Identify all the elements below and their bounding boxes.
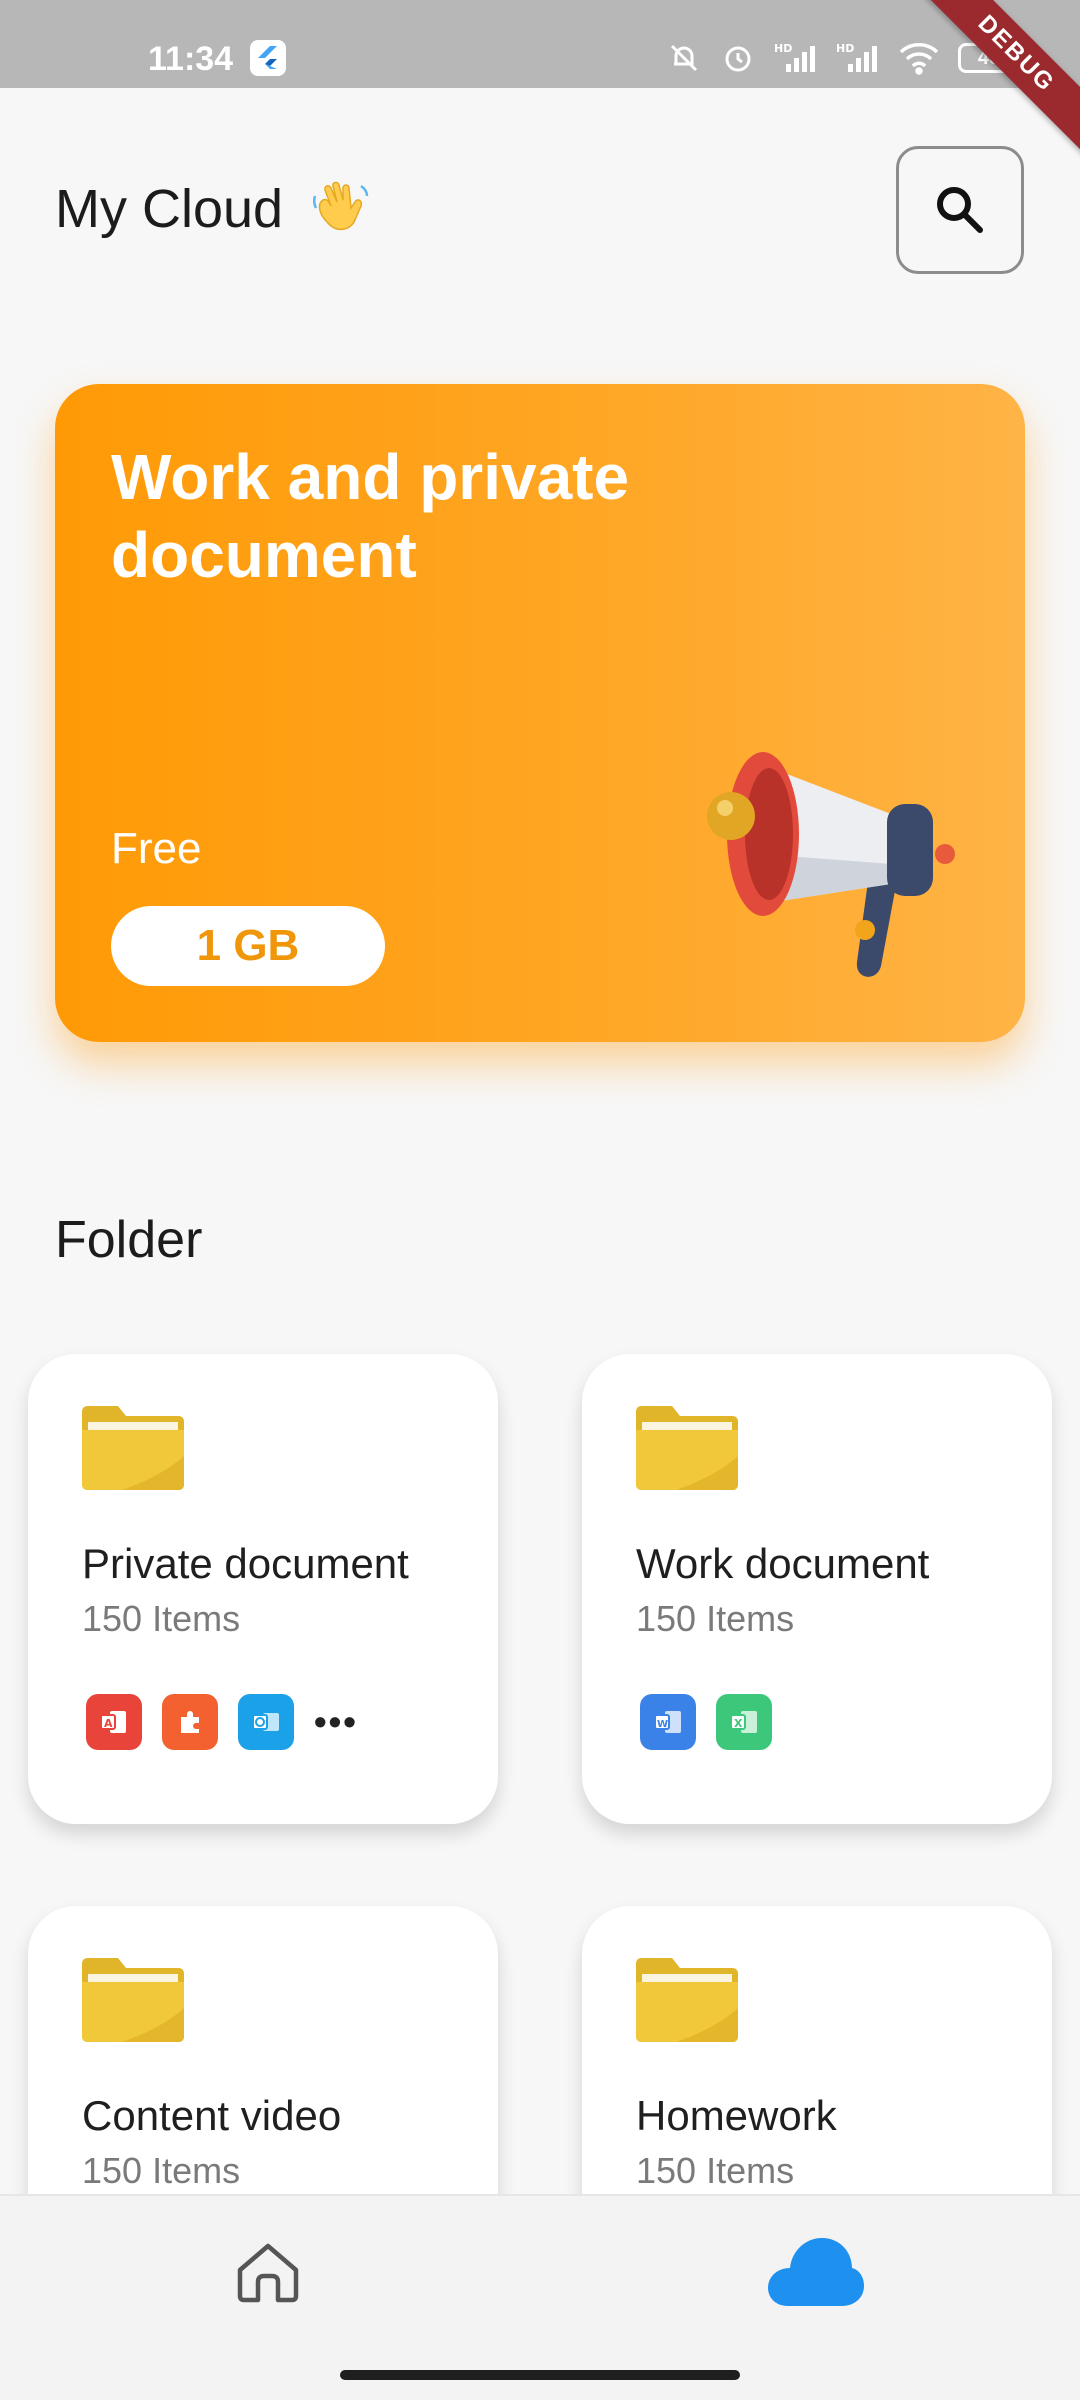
svg-text:W: W <box>657 1719 668 1730</box>
home-icon <box>237 2243 299 2303</box>
promo-free-label: Free <box>111 824 202 873</box>
folder-icon <box>636 1406 738 1490</box>
folder-item-count: 150 Items <box>82 2150 241 2191</box>
folder-name: Content video <box>82 2092 342 2139</box>
flutter-icon <box>250 40 286 76</box>
search-icon <box>937 187 983 233</box>
search-button[interactable] <box>896 146 1024 274</box>
svg-text:HD: HD <box>774 42 792 55</box>
storage-promo-card[interactable]: Work and private document Free 1 GB <box>55 384 1025 1042</box>
excel-icon: X <box>716 1694 772 1750</box>
free-storage-badge: 1 GB <box>111 906 385 986</box>
status-time: 11:34 <box>148 40 234 78</box>
folder-name: Private document <box>82 1540 409 1587</box>
alarm-icon <box>720 40 756 76</box>
folder-card-private-document[interactable]: Private document 150 Items A ••• <box>28 1354 498 1824</box>
nav-home-button[interactable] <box>232 2236 304 2308</box>
page-title: My Cloud <box>55 179 284 239</box>
folder-item-count: 150 Items <box>636 1598 795 1639</box>
svg-text:A: A <box>104 1717 113 1730</box>
wifi-icon <box>898 40 940 76</box>
folder-app-icons: W X <box>640 1694 772 1750</box>
megaphone-icon <box>707 752 955 977</box>
folder-name: Work document <box>636 1540 930 1587</box>
folder-item-count: 150 Items <box>82 1598 241 1639</box>
word-icon: W <box>640 1694 696 1750</box>
more-apps-indicator: ••• <box>314 1701 358 1742</box>
hd-signal-icon: HD <box>774 40 818 76</box>
svg-text:X: X <box>734 1717 743 1730</box>
nav-cloud-button[interactable] <box>766 2232 866 2312</box>
folder-icon <box>82 1406 184 1490</box>
status-bar: 11:34 HD HD DEBUG <box>0 0 1080 169</box>
mute-icon <box>666 40 702 76</box>
cloud-icon <box>768 2238 864 2306</box>
home-indicator[interactable] <box>340 2370 740 2380</box>
folder-icon <box>636 1958 738 2042</box>
folder-name: Homework <box>636 2092 837 2139</box>
acrobat-icon: A <box>86 1694 142 1750</box>
promo-title: Work and private document <box>111 441 630 591</box>
folder-item-count: 150 Items <box>636 2150 795 2191</box>
header: My Cloud <box>55 178 371 240</box>
folder-icon <box>82 1958 184 2042</box>
outlook-icon <box>238 1694 294 1750</box>
hd-signal-icon: HD <box>836 40 880 76</box>
folder-section-title: Folder <box>55 1211 203 1269</box>
svg-text:HD: HD <box>836 42 854 55</box>
folder-app-icons: A ••• <box>86 1694 358 1750</box>
debug-banner: DEBUG <box>901 0 1080 169</box>
folder-card-work-document[interactable]: Work document 150 Items W X <box>582 1354 1052 1824</box>
status-icons: HD HD 45 <box>666 40 1020 76</box>
screen: 11:34 HD HD DEBUG My Cloud Work and priv… <box>0 0 1080 2400</box>
waving-hand-icon <box>309 178 371 240</box>
puzzle-icon <box>162 1694 218 1750</box>
